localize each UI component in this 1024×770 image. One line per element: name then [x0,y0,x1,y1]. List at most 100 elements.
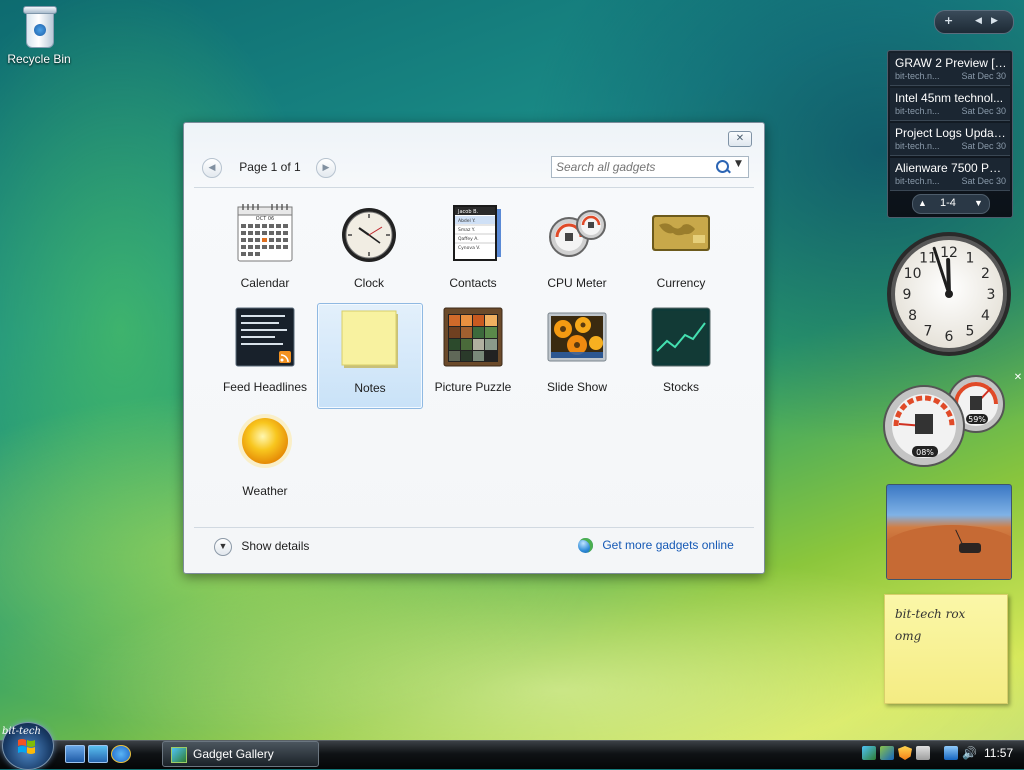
feed-item-source: bit-tech.n... [895,176,940,186]
sidebar-tray-icon[interactable] [862,746,876,760]
feed-item-date: Sat Dec 30 [961,176,1006,186]
gadget-tile-weather[interactable]: Weather [213,407,317,511]
clock-numeral: 2 [981,266,990,282]
recycle-bin-label: Recycle Bin [7,52,71,66]
gadget-tile-feed-headlines[interactable]: Feed Headlines [213,303,317,407]
taskbar-button-gadget-gallery[interactable]: Gadget Gallery [162,741,319,767]
feed-item[interactable]: Alienware 7500 P2 ... bit-tech.n... Sat … [890,158,1010,191]
clock-numeral: 4 [981,308,990,324]
gadget-tile-clock[interactable]: Clock [317,199,421,303]
close-icon[interactable]: ✕ [1013,372,1023,384]
note-line: bit-tech rox [895,607,966,621]
taskbar-button-label: Gadget Gallery [193,747,274,761]
globe-icon [578,538,593,554]
gadget-label: Clock [353,276,384,290]
feed-item-date: Sat Dec 30 [961,71,1006,81]
system-tray: 🔊 11:57 [860,743,1024,765]
feed-headlines-gadget: GRAW 2 Preview [G... bit-tech.n... Sat D… [887,50,1013,218]
notes-gadget[interactable]: bit-tech rox omg [884,594,1008,704]
clock-numeral: 7 [924,323,933,339]
memory-usage: 59% [968,415,986,424]
feed-item[interactable]: Intel 45nm technol... bit-tech.n... Sat … [890,88,1010,121]
close-button[interactable]: ✕ [728,131,752,147]
gadget-tile-cpu-meter[interactable]: CPU Meter [525,199,629,303]
clock-numeral: 1 [966,251,975,267]
next-gadgets-button[interactable]: ▶ [991,16,998,26]
gadget-tile-stocks[interactable]: Stocks [629,303,733,407]
internet-explorer-icon[interactable] [111,745,131,763]
clock-numeral: 5 [966,323,975,339]
gadget-tile-contacts[interactable]: Jacob B. Abdel Y. Smaz Y. Qaffey A. Cyno… [421,199,525,303]
network-icon[interactable] [944,746,958,760]
gadget-label: Notes [354,381,386,395]
feed-item-source: bit-tech.n... [895,71,940,81]
cpu-usage: 08% [916,448,934,457]
feed-previous-button[interactable]: ▲ [918,198,927,208]
next-page-button[interactable]: ▶ [316,158,336,178]
feed-item-title: Project Logs Updat... [895,126,1007,140]
feed-item-title: Intel 45nm technol... [895,91,1004,105]
chevron-down-icon[interactable]: ▼ [735,159,742,169]
gadget-label: Slide Show [546,380,608,394]
notes-icon [341,310,398,368]
network-app-icon[interactable] [880,746,894,760]
previous-gadgets-button[interactable]: ◀ [975,16,982,26]
clock-numeral: 3 [987,287,996,303]
taskbar-clock[interactable]: 11:57 [984,746,1013,760]
clock-numeral: 8 [908,308,917,324]
feed-item[interactable]: GRAW 2 Preview [G... bit-tech.n... Sat D… [890,53,1010,86]
gadget-label: Contacts [449,276,497,290]
contacts-thumb-name: Abdel Y. [458,218,476,224]
search-input[interactable] [556,158,706,175]
feed-item-source: bit-tech.n... [895,141,940,151]
clock-numeral: 10 [904,266,922,282]
page-label: Page 1 of 1 [239,160,301,174]
gadget-tile-slide-show[interactable]: Slide Show [525,303,629,407]
get-more-gadgets-link[interactable]: Get more gadgets online [578,538,734,554]
show-desktop-icon[interactable] [65,745,85,763]
switch-windows-icon[interactable] [88,745,108,763]
show-details-button[interactable]: ▼ Show details [214,538,309,556]
clock-icon [342,208,396,262]
gadget-label: Weather [242,484,288,498]
feed-item-date: Sat Dec 30 [961,141,1006,151]
gadget-tile-calendar[interactable]: OCT 06 Calendar [213,199,317,303]
gadget-tile-currency[interactable]: Currency [629,199,733,303]
picture-puzzle-icon [443,307,503,367]
gadget-label: Picture Puzzle [434,380,512,394]
weather-icon [238,414,292,468]
bit-tech-watermark: bit-tech [2,726,41,737]
recycle-bin[interactable]: Recycle Bin [4,4,74,66]
security-shield-icon[interactable] [898,746,912,760]
slide-show-gadget[interactable] [886,484,1012,580]
add-gadget-button[interactable]: + [944,14,953,27]
windows-logo-icon [18,739,35,754]
recycle-bin-icon [21,4,57,48]
pager: ◀ Page 1 of 1 ▶ [202,156,336,178]
stocks-icon [651,307,711,367]
feed-item-title: GRAW 2 Preview [G... [895,56,1007,70]
contacts-thumb-name: Smaz Y. [458,227,475,233]
search-icon[interactable] [716,160,729,173]
contacts-icon: Jacob B. Abdel Y. Smaz Y. Qaffey A. Cyno… [453,205,501,261]
contacts-thumb-name: Cynova V. [458,245,480,251]
feed-item-date: Sat Dec 30 [961,106,1006,116]
gadget-tile-picture-puzzle[interactable]: Picture Puzzle [421,303,525,407]
previous-page-button[interactable]: ◀ [202,158,222,178]
note-line: omg [895,629,922,643]
get-more-gadgets-label: Get more gadgets online [602,538,734,552]
clock-gadget[interactable]: 12 1234567891011 [885,230,1013,358]
divider [194,527,754,528]
gadget-label: Currency [656,276,706,290]
clock-numeral: 9 [903,287,912,303]
volume-icon[interactable]: 🔊 [962,746,977,760]
feed-item[interactable]: Project Logs Updat... bit-tech.n... Sat … [890,123,1010,156]
gadget-label: CPU Meter [547,276,607,290]
cpu-meter-gadget[interactable]: 59% 08% [882,370,1014,470]
search-box: ▼ [551,156,749,178]
feed-next-button[interactable]: ▼ [974,198,983,208]
gadget-label: Calendar [240,276,290,290]
gadget-tile-notes[interactable]: Notes [317,303,423,409]
slide-show-icon [547,312,607,362]
tray-app-icon[interactable] [916,746,930,760]
